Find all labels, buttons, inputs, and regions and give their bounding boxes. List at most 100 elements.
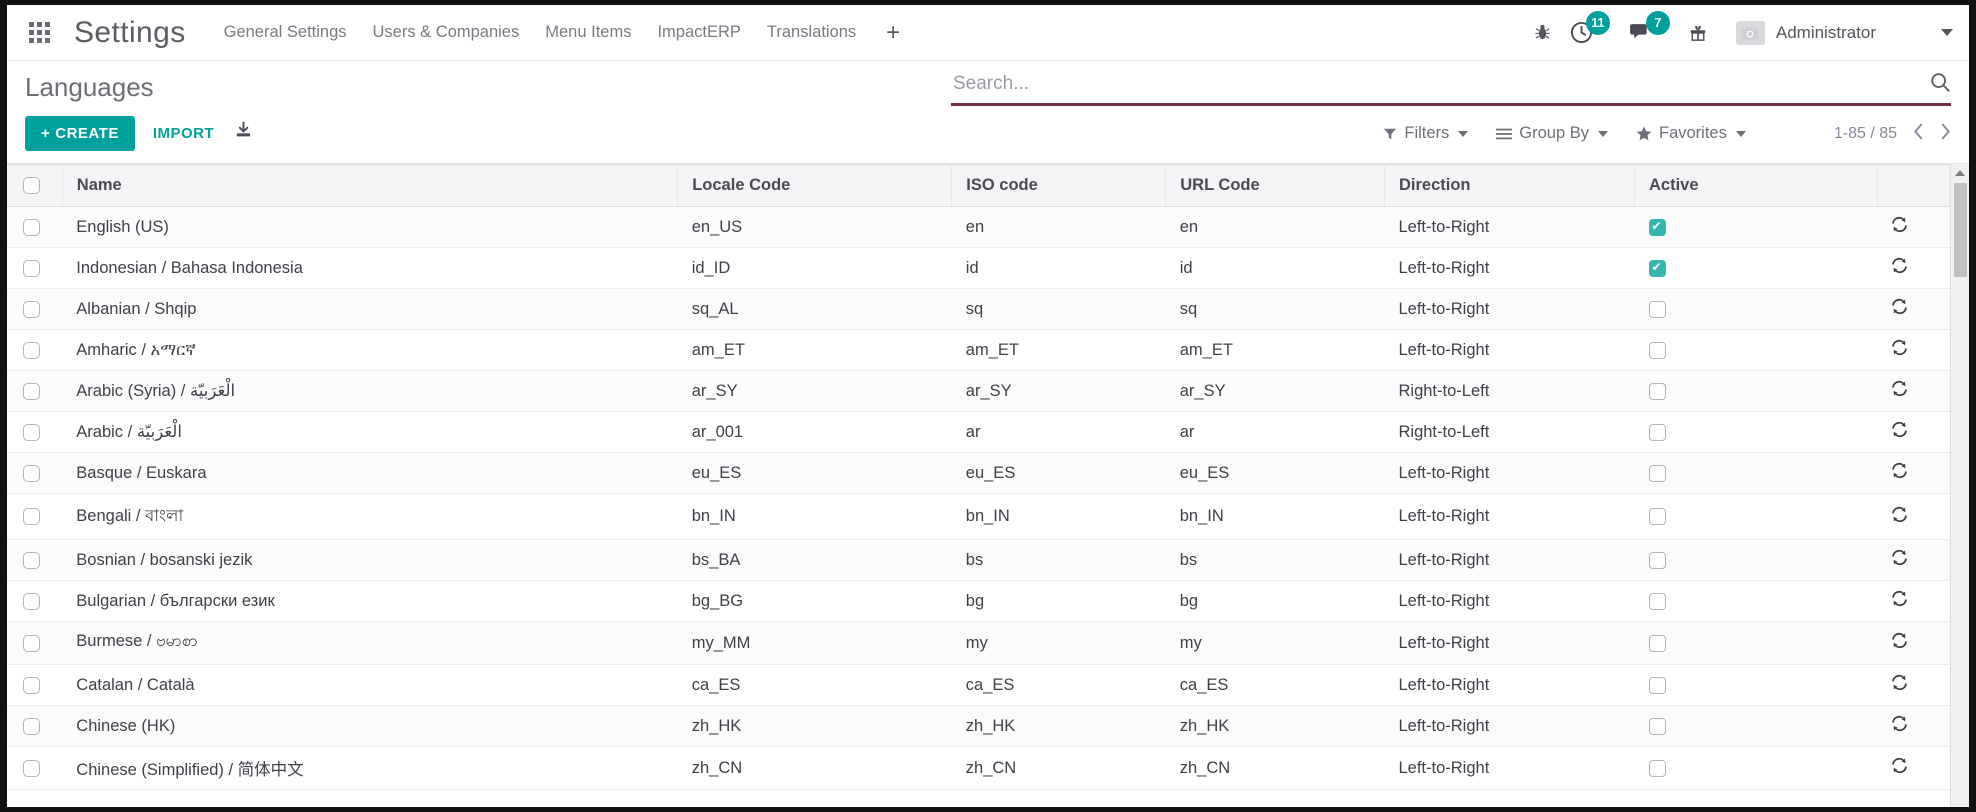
cell-active[interactable] — [1634, 580, 1878, 622]
table-row[interactable]: Basque / Euskara eu_ES eu_ES eu_ES Left-to-R… — [7, 452, 1950, 494]
favorites-dropdown[interactable]: Favorites — [1636, 124, 1746, 143]
active-checkbox[interactable] — [1648, 551, 1666, 569]
row-select-checkbox[interactable] — [23, 259, 40, 277]
cell-active[interactable] — [1634, 621, 1878, 665]
cell-row-action[interactable] — [1877, 206, 1950, 248]
column-header-iso-code[interactable]: ISO code — [951, 164, 1167, 207]
row-select-cell[interactable] — [7, 411, 63, 453]
cell-row-action[interactable] — [1877, 580, 1950, 622]
cell-row-action[interactable] — [1877, 493, 1950, 540]
sync-refresh-icon[interactable] — [1891, 298, 1908, 320]
import-button[interactable]: IMPORT — [153, 125, 214, 142]
row-select-cell[interactable] — [7, 705, 63, 747]
row-select-cell[interactable] — [7, 621, 63, 665]
active-checkbox[interactable] — [1648, 676, 1666, 694]
menu-item-users-companies[interactable]: Users & Companies — [373, 23, 520, 42]
row-select-checkbox[interactable] — [23, 759, 40, 777]
row-select-checkbox[interactable] — [23, 508, 40, 526]
sync-refresh-icon[interactable] — [1891, 380, 1908, 402]
active-checkbox[interactable] — [1648, 592, 1666, 610]
active-checkbox[interactable] — [1648, 508, 1666, 526]
sync-refresh-icon[interactable] — [1891, 339, 1908, 361]
column-header-locale-code[interactable]: Locale Code — [677, 164, 953, 207]
sync-refresh-icon[interactable] — [1891, 757, 1908, 779]
apps-grid-icon[interactable] — [29, 22, 50, 43]
row-select-cell[interactable] — [7, 493, 63, 540]
active-checkbox[interactable] — [1648, 423, 1666, 441]
pager-previous-button[interactable] — [1913, 123, 1924, 144]
row-select-checkbox[interactable] — [23, 464, 40, 482]
row-select-cell[interactable] — [7, 664, 63, 706]
row-select-cell[interactable] — [7, 370, 63, 412]
sync-refresh-icon[interactable] — [1891, 549, 1908, 571]
cell-active[interactable] — [1634, 288, 1878, 330]
sync-refresh-icon[interactable] — [1891, 462, 1908, 484]
table-row[interactable]: Indonesian / Bahasa Indonesia id_ID id id Le… — [7, 247, 1950, 289]
activities-menu[interactable]: 11 — [1569, 11, 1610, 45]
active-checkbox[interactable] — [1648, 634, 1666, 652]
row-select-checkbox[interactable] — [23, 382, 40, 400]
row-select-checkbox[interactable] — [23, 218, 40, 236]
column-header-name[interactable]: Name — [62, 164, 679, 207]
row-select-checkbox[interactable] — [23, 341, 40, 359]
sync-refresh-icon[interactable] — [1891, 674, 1908, 696]
active-checkbox[interactable] — [1648, 382, 1666, 400]
table-row[interactable]: Bosnian / bosanski jezik bs_BA bs bs Left-to… — [7, 539, 1950, 581]
column-header-url-code[interactable]: URL Code — [1165, 164, 1385, 207]
row-select-cell[interactable] — [7, 247, 63, 289]
cell-row-action[interactable] — [1877, 539, 1950, 581]
table-row[interactable]: English (US) en_US en en Left-to-Right — [7, 206, 1950, 248]
row-select-cell[interactable] — [7, 329, 63, 371]
sync-refresh-icon[interactable] — [1891, 216, 1908, 238]
cell-row-action[interactable] — [1877, 288, 1950, 330]
active-checkbox[interactable] — [1648, 218, 1666, 236]
chevron-down-icon[interactable] — [1941, 29, 1953, 36]
menu-item-impacterp[interactable]: ImpactERP — [657, 23, 740, 42]
search-input[interactable] — [951, 71, 1921, 99]
menu-item-general-settings[interactable]: General Settings — [224, 23, 347, 42]
active-checkbox[interactable] — [1648, 717, 1666, 735]
active-checkbox[interactable] — [1648, 759, 1666, 777]
cell-row-action[interactable] — [1877, 411, 1950, 453]
search-box[interactable] — [951, 71, 1951, 106]
user-menu[interactable]: Administrator — [1735, 20, 1876, 45]
row-select-checkbox[interactable] — [23, 300, 40, 318]
sync-refresh-icon[interactable] — [1891, 632, 1908, 654]
cell-active[interactable] — [1634, 664, 1878, 706]
table-row[interactable]: Arabic (Syria) / الْعَرَبيّة ar_SY ar_SY ar… — [7, 370, 1950, 412]
cell-row-action[interactable] — [1877, 621, 1950, 665]
cell-row-action[interactable] — [1877, 329, 1950, 371]
cell-row-action[interactable] — [1877, 452, 1950, 494]
table-row[interactable]: Chinese (Simplified) / 简体中文 zh_CN zh_CN zh_… — [7, 746, 1950, 790]
row-select-cell[interactable] — [7, 746, 63, 790]
download-icon[interactable] — [234, 121, 253, 146]
active-checkbox[interactable] — [1648, 464, 1666, 482]
cell-row-action[interactable] — [1877, 664, 1950, 706]
table-row[interactable]: Bulgarian / български език bg_BG bg bg Left-… — [7, 580, 1950, 622]
row-select-cell[interactable] — [7, 452, 63, 494]
table-row[interactable]: Albanian / Shqip sq_AL sq sq Left-to-Right — [7, 288, 1950, 330]
row-select-checkbox[interactable] — [23, 717, 40, 735]
cell-row-action[interactable] — [1877, 746, 1950, 790]
cell-row-action[interactable] — [1877, 370, 1950, 412]
menu-item-menu-items[interactable]: Menu Items — [545, 23, 631, 42]
cell-active[interactable] — [1634, 452, 1878, 494]
sync-refresh-icon[interactable] — [1891, 421, 1908, 443]
row-select-cell[interactable] — [7, 206, 63, 248]
menu-item-translations[interactable]: Translations — [767, 23, 856, 42]
filters-dropdown[interactable]: Filters — [1383, 124, 1469, 143]
column-header-direction[interactable]: Direction — [1384, 164, 1636, 207]
row-select-checkbox[interactable] — [23, 676, 40, 694]
table-row[interactable]: Bengali / বাংলা bn_IN bn_IN bn_IN Left-to-Ri… — [7, 493, 1950, 540]
row-select-cell[interactable] — [7, 288, 63, 330]
cell-row-action[interactable] — [1877, 705, 1950, 747]
cell-row-action[interactable] — [1877, 247, 1950, 289]
sync-refresh-icon[interactable] — [1891, 506, 1908, 528]
cell-active[interactable] — [1634, 329, 1878, 371]
active-checkbox[interactable] — [1648, 300, 1666, 318]
active-checkbox[interactable] — [1648, 259, 1666, 277]
scroll-up-arrow-icon[interactable] — [1951, 164, 1969, 181]
table-row[interactable]: Burmese / ဗမာစာ my_MM my my Left-to-Right — [7, 621, 1950, 665]
row-select-checkbox[interactable] — [23, 551, 40, 569]
cell-active[interactable] — [1634, 370, 1878, 412]
